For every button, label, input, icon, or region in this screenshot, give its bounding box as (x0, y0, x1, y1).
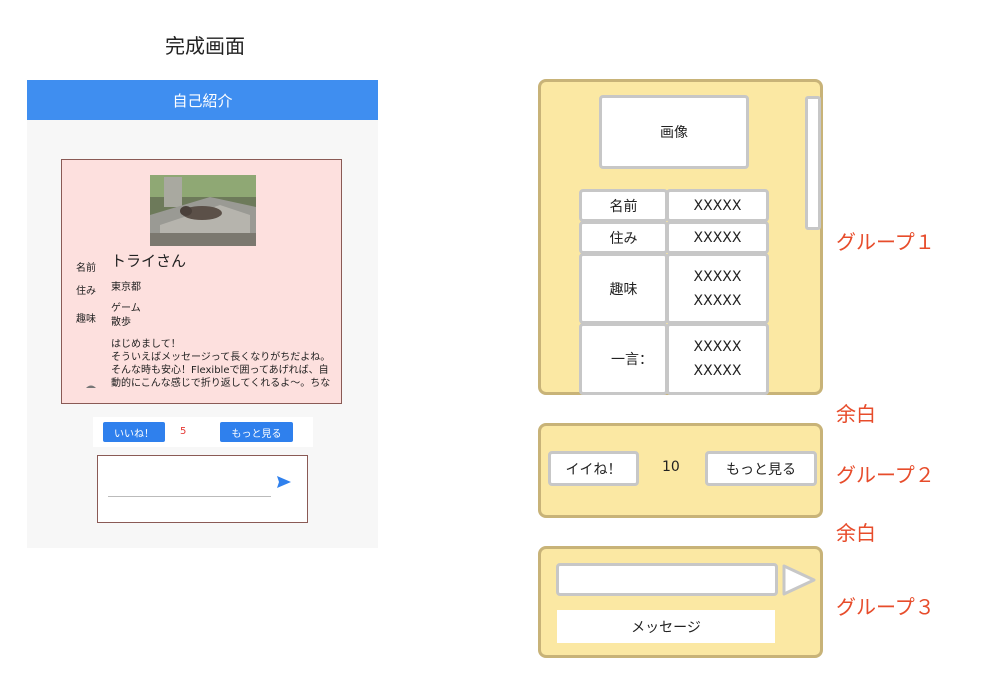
row-value-cell: XXXXX (666, 189, 769, 222)
like-button-text: イイね！ (565, 461, 622, 478)
message-line: そんな時も安心！Flexibleで囲ってあげれば、自 (111, 365, 329, 376)
row-value-cell: XXXXX XXXXX (666, 253, 769, 324)
message-text: はじめまして！ そういえばメッセージって長くなりがちだよね。 そんな時も安心！F… (111, 338, 333, 390)
home-value: 東京都 (111, 282, 141, 293)
row-value-text: XXXXX (693, 229, 742, 246)
scrollbar[interactable] (805, 96, 821, 230)
app-bar: 自己紹介 (27, 80, 378, 120)
row-label-cell: 名前 (579, 189, 668, 222)
group-2-box: イイね！ 10 もっと見る (538, 423, 823, 518)
send-icon[interactable] (276, 474, 292, 490)
message-input-area (97, 455, 308, 523)
name-label: 名前 (76, 263, 96, 274)
row-label-text: 名前 (609, 198, 638, 215)
row-label-text: 趣味 (609, 281, 638, 298)
message-label: メッセージ (631, 619, 701, 636)
message-line: 動的にこんな感じで折り返してくれるよ〜。ちな (111, 378, 331, 389)
group-3-box: メッセージ (538, 546, 823, 658)
like-count-placeholder: 10 (662, 459, 680, 475)
input-placeholder (556, 563, 778, 596)
profile-card: 名前 トライさん 住み 東京都 趣味 ゲーム 散歩 はじめまして！ そういえばメ… (61, 159, 342, 404)
row-label-cell: 住み (579, 221, 668, 254)
row-label-cell: 一言： (579, 323, 668, 395)
message-placeholder: メッセージ (557, 610, 775, 643)
row-value-text: XXXXX (693, 268, 742, 285)
phone-screen: 自己紹介 名前 トライさん 住み 東京都 趣味 ゲーム 散歩 はじめまして！ そ… (27, 80, 378, 548)
hobby-value-1: ゲーム (111, 303, 141, 314)
more-button-placeholder: もっと見る (705, 451, 817, 486)
row-value-text: XXXXX (693, 363, 742, 379)
app-bar-title: 自己紹介 (172, 91, 233, 110)
group-2-label: グループ２ (836, 463, 935, 487)
message-line: そういえばメッセージって長くなりがちだよね。 (111, 352, 331, 363)
margin-2-label: 余白 (836, 521, 876, 545)
row-label-text: 一言： (611, 352, 653, 368)
more-button[interactable]: もっと見る (220, 422, 293, 442)
image-placeholder: 画像 (599, 95, 749, 169)
row-label-cell: 趣味 (579, 253, 668, 324)
message-line: はじめまして！ (111, 339, 181, 350)
row-value-text: XXXXX (693, 339, 742, 355)
margin-1-label: 余白 (836, 402, 876, 426)
home-label: 住み (76, 286, 96, 297)
avatar-mark-icon (86, 385, 96, 388)
cat-photo (150, 175, 256, 246)
group-1-box: 画像 名前 XXXXX 住み XXXXX 趣味 XXXXX XXXXX 一言： … (538, 79, 823, 395)
message-input[interactable] (108, 496, 271, 497)
like-count: 5 (180, 426, 187, 437)
more-button-text: もっと見る (726, 461, 796, 478)
row-value-text: XXXXX (693, 292, 742, 309)
row-label-text: 住み (609, 230, 638, 247)
like-button[interactable]: いいね！ (103, 422, 165, 442)
send-arrow-icon (782, 564, 816, 596)
completed-screen-title: 完成画面 (165, 34, 245, 58)
row-value-text: XXXXX (693, 197, 742, 214)
group-3-label: グループ３ (836, 595, 935, 619)
image-label: 画像 (660, 125, 688, 141)
row-value-cell: XXXXX (666, 221, 769, 254)
name-value: トライさん (111, 252, 187, 270)
row-value-cell: XXXXX XXXXX (666, 323, 769, 395)
hobby-value-2: 散歩 (111, 317, 131, 328)
group-1-label: グループ１ (836, 230, 935, 254)
like-button-placeholder: イイね！ (548, 451, 639, 486)
button-bar: いいね！ 5 もっと見る (93, 417, 313, 447)
hobby-label: 趣味 (76, 314, 96, 325)
